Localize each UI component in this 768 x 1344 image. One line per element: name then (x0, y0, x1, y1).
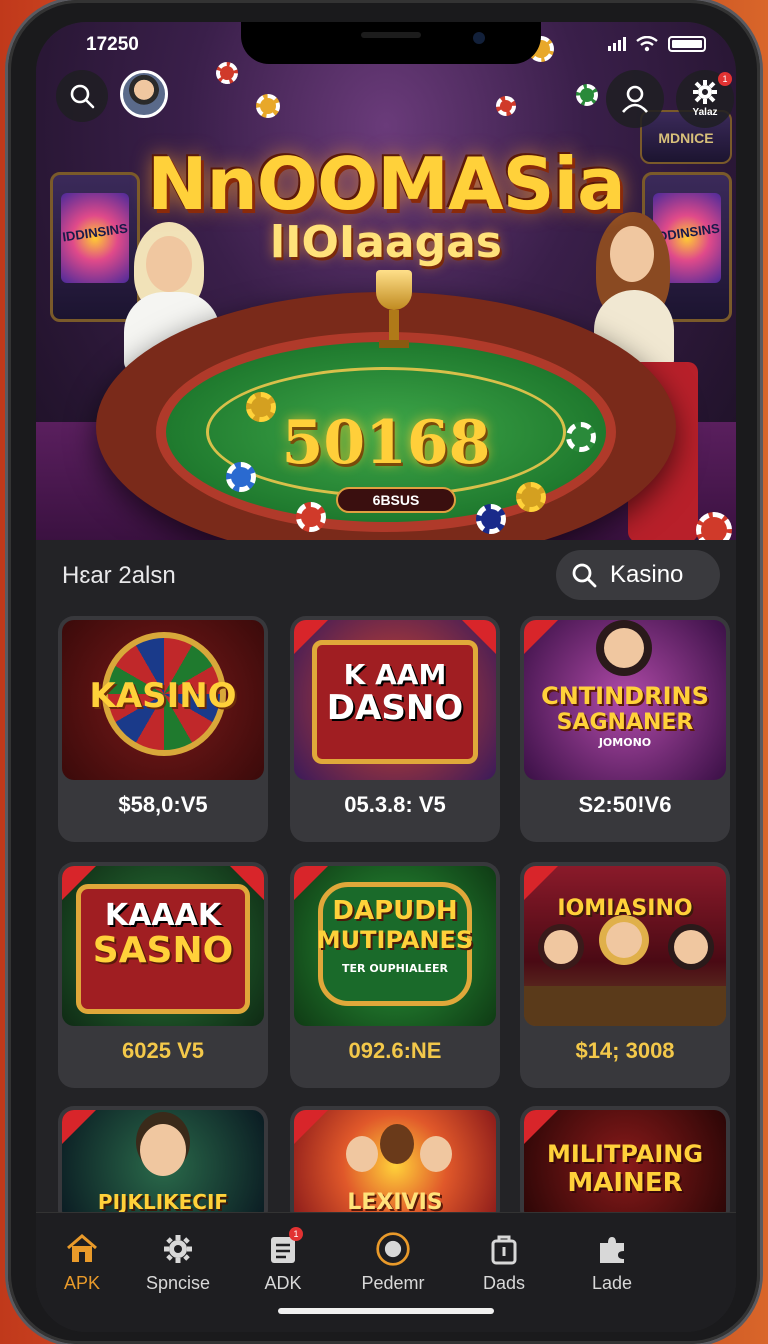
notch (241, 22, 541, 64)
nav-label: APK (63, 1273, 101, 1293)
settings-button[interactable]: 1 Yalaz (676, 70, 734, 128)
nav-label: Lade (591, 1273, 633, 1293)
table-label: 6BSUS (336, 487, 456, 513)
nav-item-dads[interactable]: Dads (454, 1231, 554, 1294)
game-price: $58,0:V5 (118, 792, 208, 817)
home-indicator[interactable] (278, 1308, 494, 1314)
floating-chip (696, 512, 732, 540)
battery-icon (668, 36, 706, 52)
nav-item-spncise[interactable]: Spncise (128, 1231, 228, 1294)
search-pill[interactable]: Kasino (556, 550, 720, 600)
game-card[interactable]: DAPUDH MUTIPANES TER OUPHIALEER 092.6:NE (290, 862, 500, 1088)
section-title: Hɛar 2alsn (62, 562, 176, 589)
wifi-icon (636, 36, 658, 52)
app-screen: IDDINSINS IDDINSINS MDNICE 50168 6BSUS N… (36, 22, 736, 1332)
game-card[interactable]: KAAAK SASNO 6025 V5 (58, 862, 268, 1088)
hero-subtitle: lIOIaagas (270, 217, 502, 268)
game-thumbnail: MILITPAING MAINER (524, 1110, 726, 1222)
user-icon (622, 85, 648, 113)
game-card[interactable]: IOMIASINO $14; 3008 (520, 862, 730, 1088)
nav-item-adk[interactable]: 1 ADK (233, 1227, 333, 1294)
game-thumbnail: KASINO (62, 620, 264, 780)
trophy-icon (376, 270, 412, 350)
gear-icon (693, 80, 717, 104)
search-icon (572, 563, 597, 588)
puzzle-icon (600, 1237, 624, 1263)
search-button[interactable] (56, 70, 108, 122)
nav-label: Spncise (145, 1273, 211, 1293)
floating-chip (496, 96, 516, 116)
profile-button[interactable] (606, 70, 664, 128)
game-card[interactable]: LEXIVIS (290, 1106, 500, 1226)
nav-item-apk[interactable]: APK (36, 1231, 132, 1294)
game-price: 05.3.8: V5 (344, 792, 446, 817)
notification-badge: 1 (718, 72, 732, 86)
game-price: 6025 V5 (122, 1038, 204, 1063)
game-card[interactable]: KASINO $58,0:V5 (58, 616, 268, 842)
game-card[interactable]: K AAM DASNO 05.3.8: V5 (290, 616, 500, 842)
game-thumbnail: CNTINDRINS SAGNANER JOMONO (524, 620, 726, 780)
floating-chip (576, 84, 598, 106)
avatar[interactable] (120, 70, 168, 118)
game-thumbnail: KAAAK SASNO (62, 866, 264, 1026)
phone-frame: IDDINSINS IDDINSINS MDNICE 50168 6BSUS N… (8, 0, 760, 1344)
home-icon (67, 1234, 97, 1262)
bottom-nav: APK Spncise 1 ADK Pedemr Dads Lade (36, 1212, 736, 1332)
game-thumbnail: IOMIASINO (524, 866, 726, 1026)
game-price: $14; 3008 (575, 1038, 675, 1063)
chip-icon (376, 1232, 410, 1266)
hero-title: NnOOMASia (147, 142, 625, 226)
nav-label: ADK (264, 1273, 302, 1293)
gear-icon (164, 1235, 192, 1263)
game-thumbnail: LEXIVIS (294, 1110, 496, 1222)
game-card[interactable]: CNTINDRINS SAGNANER JOMONO S2:50!V6 (520, 616, 730, 842)
floating-chip (256, 94, 280, 118)
nav-item-lade[interactable]: Lade (562, 1231, 662, 1294)
game-price: S2:50!V6 (578, 792, 672, 817)
game-thumbnail: PIJKLIKECIF (62, 1110, 264, 1222)
nav-item-pedemr[interactable]: Pedemr (343, 1231, 443, 1294)
search-icon (70, 84, 95, 109)
game-price: 092.6:NE (348, 1038, 442, 1063)
search-pill-label: Kasino (610, 561, 684, 588)
signal-icon (608, 37, 626, 51)
nav-badge: 1 (289, 1227, 303, 1241)
game-card[interactable]: MILITPAING MAINER (520, 1106, 730, 1226)
nav-label: Dads (482, 1273, 526, 1293)
game-thumbnail: K AAM DASNO (294, 620, 496, 780)
status-time: 17250 (86, 34, 139, 55)
nav-label: Pedemr (361, 1273, 425, 1293)
bag-icon (491, 1235, 517, 1265)
settings-label: Yalaz (692, 107, 718, 118)
game-card[interactable]: PIJKLIKECIF (58, 1106, 268, 1226)
game-thumbnail: DAPUDH MUTIPANES TER OUPHIALEER (294, 866, 496, 1026)
